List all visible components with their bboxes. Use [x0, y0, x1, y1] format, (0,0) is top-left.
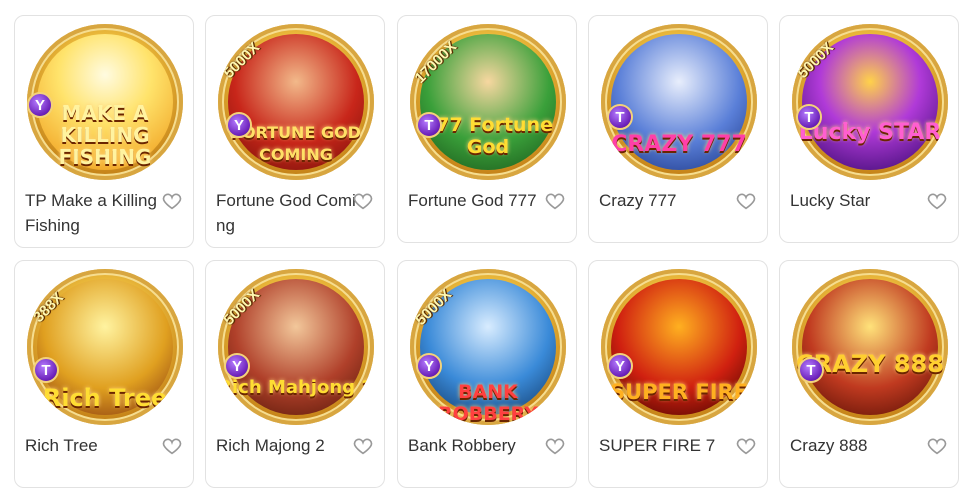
provider-badge-icon: Y	[224, 353, 250, 379]
game-thumbnail[interactable]: Rich Mahjong 2 5000X Y	[218, 269, 374, 425]
game-title[interactable]: TP Make a Killing Fishing	[25, 188, 165, 238]
game-card[interactable]: Rich Mahjong 2 5000X Y Rich Majong 2	[205, 260, 385, 488]
game-logo: BANK ROBBERY	[437, 381, 539, 425]
game-thumbnail[interactable]: MAKE A KILLING FISHING Y	[27, 24, 183, 180]
game-title[interactable]: Rich Tree	[25, 433, 165, 458]
game-title[interactable]: Rich Majong 2	[216, 433, 356, 458]
favorite-heart-icon[interactable]	[544, 435, 566, 457]
provider-badge-icon: Y	[416, 353, 442, 379]
game-title[interactable]: Lucky Star	[790, 188, 930, 213]
game-title[interactable]: Bank Robbery	[408, 433, 548, 458]
game-title[interactable]: Crazy 888	[790, 433, 930, 458]
provider-badge-icon: Y	[607, 353, 633, 379]
favorite-heart-icon[interactable]	[161, 435, 183, 457]
favorite-heart-icon[interactable]	[735, 435, 757, 457]
provider-badge-icon: T	[798, 357, 824, 383]
game-logo: CRAZY 777	[611, 132, 747, 157]
game-thumbnail[interactable]: CRAZY 777 T	[601, 24, 757, 180]
game-thumbnail[interactable]: 777 Fortune God 17000X T	[410, 24, 566, 180]
provider-badge-icon: T	[33, 357, 59, 383]
provider-badge-icon: Y	[226, 112, 252, 138]
game-title[interactable]: Crazy 777	[599, 188, 739, 213]
favorite-heart-icon[interactable]	[352, 190, 374, 212]
game-title[interactable]: SUPER FIRE 7	[599, 433, 739, 458]
favorite-heart-icon[interactable]	[735, 190, 757, 212]
game-card[interactable]: FORTUNE GOD COMING 5000X Y Fortune God C…	[205, 15, 385, 248]
game-title[interactable]: Fortune God Coming	[216, 188, 356, 238]
game-card[interactable]: SUPER FIRE Y SUPER FIRE 7	[588, 260, 768, 488]
favorite-heart-icon[interactable]	[161, 190, 183, 212]
game-card[interactable]: MAKE A KILLING FISHING Y TP Make a Killi…	[14, 15, 194, 248]
game-card[interactable]: BANK ROBBERY 5000X Y Bank Robbery	[397, 260, 577, 488]
game-card[interactable]: Lucky STAR 5000X T Lucky Star	[779, 15, 959, 243]
favorite-heart-icon[interactable]	[352, 435, 374, 457]
game-thumbnail[interactable]: FORTUNE GOD COMING 5000X Y	[218, 24, 374, 180]
game-logo: Rich Tree	[42, 384, 168, 412]
provider-badge-icon: T	[796, 104, 822, 130]
game-thumbnail[interactable]: SUPER FIRE Y	[601, 269, 757, 425]
favorite-heart-icon[interactable]	[926, 435, 948, 457]
game-logo: Rich Mahjong 2	[218, 377, 374, 398]
game-thumbnail[interactable]: Lucky STAR 5000X T	[792, 24, 948, 180]
game-thumbnail[interactable]: CRAZY 888 T	[792, 269, 948, 425]
game-title[interactable]: Fortune God 777	[408, 188, 548, 213]
game-card[interactable]: CRAZY 888 T Crazy 888	[779, 260, 959, 488]
game-logo: SUPER FIRE	[609, 380, 749, 404]
provider-badge-icon: Y	[27, 92, 53, 118]
game-card[interactable]: CRAZY 777 T Crazy 777	[588, 15, 768, 243]
provider-badge-icon: T	[607, 104, 633, 130]
game-thumbnail[interactable]: BANK ROBBERY 5000X Y	[410, 269, 566, 425]
provider-badge-icon: T	[416, 112, 442, 138]
favorite-heart-icon[interactable]	[926, 190, 948, 212]
game-card[interactable]: 777 Fortune God 17000X T Fortune God 777	[397, 15, 577, 243]
game-card[interactable]: Rich Tree 388X T Rich Tree	[14, 260, 194, 488]
game-thumbnail[interactable]: Rich Tree 388X T	[27, 269, 183, 425]
favorite-heart-icon[interactable]	[544, 190, 566, 212]
